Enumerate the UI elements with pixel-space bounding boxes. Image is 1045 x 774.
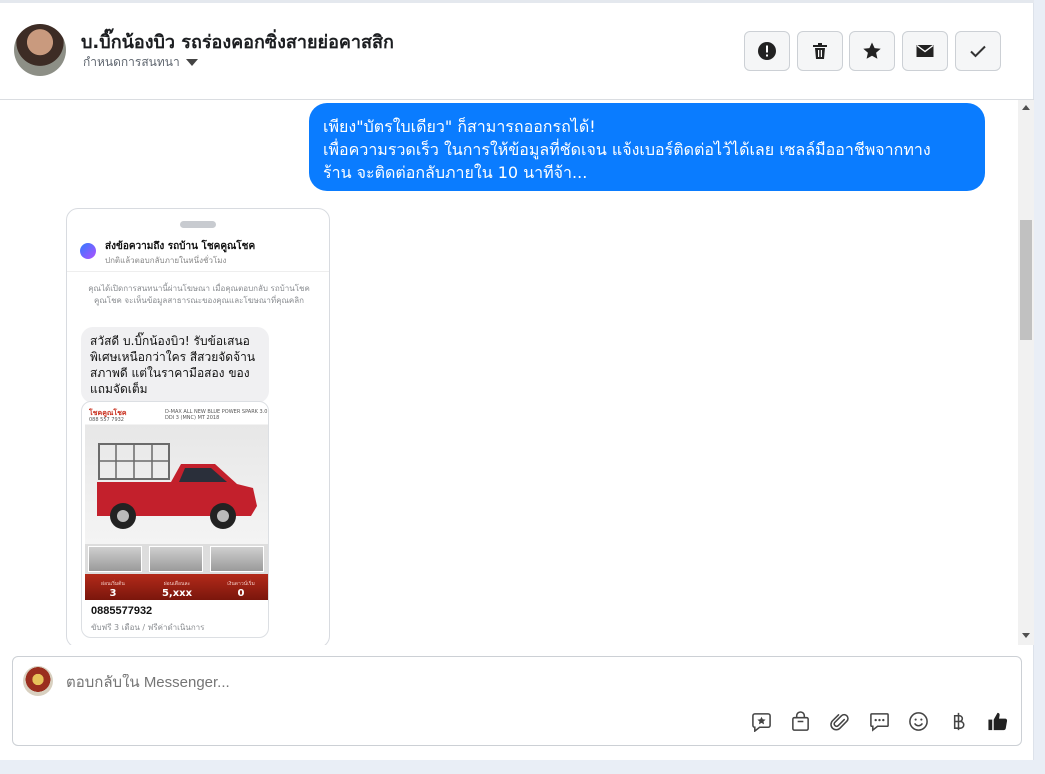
saved-replies-button[interactable] (867, 709, 891, 733)
trash-icon (813, 43, 827, 59)
conversation-schedule-dropdown[interactable]: กำหนดการสนทนา (83, 53, 198, 72)
sticker-button[interactable] (749, 709, 773, 733)
ad-thumbnail (210, 546, 264, 572)
attach-button[interactable] (827, 709, 851, 733)
messenger-icon (80, 243, 96, 259)
ad-thumbnail (88, 546, 142, 572)
greeting-bubble: สวัสดี บ.บิ๊กน้องบิว! รับข้อเสนอพิเศษเหน… (81, 327, 269, 403)
conversation-schedule-label: กำหนดการสนทนา (83, 55, 180, 69)
thread-scrollbar[interactable] (1018, 100, 1034, 645)
reply-input[interactable] (66, 674, 666, 691)
ad-phone: 088 557 7932 (89, 417, 124, 423)
conversation-panel: บ.บิ๊กน้องบิว รถร่องคอกซิ่งสายย่อคาสสิก … (0, 0, 1034, 760)
ad-image: โชคคูณโชค D-MAX ALL NEW BLUE POWER SPARK… (85, 404, 268, 600)
preview-subtitle: ปกติแล้วตอบกลับภายในหนึ่งชั่วโมง (105, 256, 227, 265)
scroll-down-arrow-icon[interactable] (1022, 633, 1030, 638)
like-button[interactable] (985, 709, 1009, 733)
message-line: เพื่อความรวดเร็ว ในการให้ข้อมูลที่ชัดเจน… (323, 140, 931, 159)
ad-card[interactable]: โชคคูณโชค D-MAX ALL NEW BLUE POWER SPARK… (81, 401, 269, 638)
ad-stat: ผ่อนเดือนละ 5,xxx (161, 581, 193, 599)
mail-icon (916, 44, 934, 57)
shopping-bag-icon (791, 710, 809, 731)
shop-button[interactable] (788, 709, 812, 733)
card-phone: 0885577932 (91, 605, 153, 617)
attachment-icon (829, 713, 849, 730)
delete-button[interactable] (797, 31, 843, 71)
sticker-star-icon (751, 712, 771, 732)
card-subtitle: ขับฟรี 3 เดือน / ฟรีค่าดำเนินการ (91, 623, 205, 632)
contact-avatar[interactable] (14, 24, 66, 76)
scroll-up-arrow-icon[interactable] (1022, 105, 1030, 110)
contact-name[interactable]: บ.บิ๊กน้องบิว รถร่องคอกซิ่งสายย่อคาสสิก (81, 27, 394, 56)
outgoing-message[interactable]: เพียง"บัตรใบเดียว" ก็สามารถออกรถได้! เพื… (309, 103, 985, 191)
payment-button[interactable] (946, 709, 970, 733)
scrollbar-thumb[interactable] (1020, 220, 1032, 340)
page-avatar (23, 666, 53, 696)
ad-stat: เงินดาวน์เริ่ม 0 (227, 581, 255, 599)
divider (67, 271, 329, 272)
star-icon (863, 42, 881, 59)
message-line: ร้าน จะติดต่อกลับภายใน 10 นาทีจ้า... (323, 163, 588, 182)
message-thread[interactable]: เพียง"บัตรใบเดียว" ก็สามารถออกรถได้! เพื… (0, 100, 1018, 645)
star-button[interactable] (849, 31, 895, 71)
conversation-header: บ.บิ๊กน้องบิว รถร่องคอกซิ่งสายย่อคาสสิก … (0, 3, 1034, 100)
thumbs-up-icon (987, 712, 1007, 730)
ad-stat: ผ่อนเริ่มต้น 3 (101, 581, 125, 599)
mark-unread-button[interactable] (902, 31, 948, 71)
pickup-truck-image (97, 443, 257, 529)
emoji-button[interactable] (906, 709, 930, 733)
message-template-icon (869, 712, 889, 732)
emoji-icon (908, 711, 928, 731)
baht-icon (953, 712, 964, 730)
ad-preview-screenshot[interactable]: ส่งข้อความถึง รถบ้าน โชคคูณโชค ปกติแล้วต… (66, 208, 330, 645)
mark-done-button[interactable] (955, 31, 1001, 71)
phone-notch (180, 221, 216, 228)
ad-thumbnail (149, 546, 203, 572)
caret-down-icon (185, 59, 198, 66)
preview-title: ส่งข้อความถึง รถบ้าน โชคคูณโชค (105, 241, 256, 252)
preview-info: คุณได้เปิดการสนทนานี้ผ่านโฆษณา เมื่อคุณต… (88, 284, 310, 305)
reply-composer[interactable] (12, 656, 1022, 746)
ad-headline: D-MAX ALL NEW BLUE POWER SPARK 3.0 DDI 3… (165, 409, 268, 421)
check-icon (970, 45, 986, 58)
alert-icon (758, 42, 776, 60)
message-line: เพียง"บัตรใบเดียว" ก็สามารถออกรถได้! (323, 117, 596, 136)
report-button[interactable] (744, 31, 790, 71)
